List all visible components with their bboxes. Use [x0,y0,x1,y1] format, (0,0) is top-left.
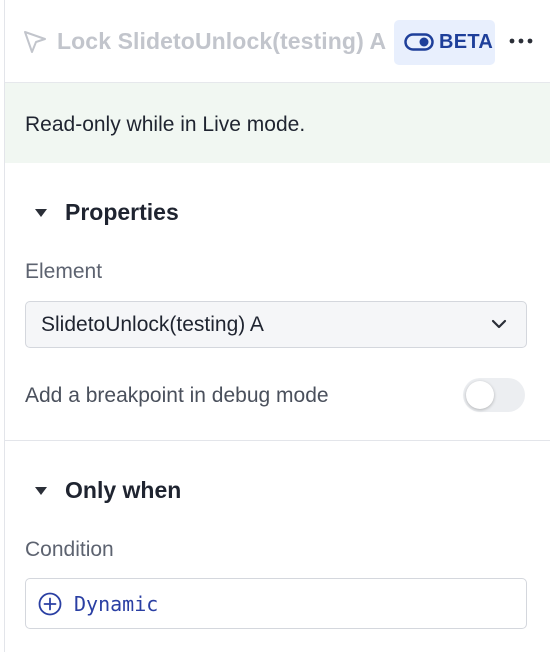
toggle-icon [404,33,434,51]
only-when-section-title[interactable]: Only when [65,477,181,504]
dynamic-expression-button[interactable]: Dynamic [74,592,158,616]
plus-circle-icon [38,592,62,616]
properties-section-title[interactable]: Properties [65,199,179,226]
caret-down-icon[interactable] [33,207,49,219]
breakpoint-label: Add a breakpoint in debug mode [25,384,329,407]
element-select-value: SlidetoUnlock(testing) A [41,313,264,336]
caret-down-icon[interactable] [33,485,49,497]
condition-dynamic-field[interactable]: Dynamic [25,578,527,629]
action-title: Lock SlidetoUnlock(testing) A [57,28,387,54]
element-label: Element [25,260,103,283]
chevron-down-icon [491,319,507,329]
condition-label: Condition [25,538,114,561]
cursor-arrow-icon [24,31,46,53]
breakpoint-toggle[interactable] [463,378,525,412]
panel-header: Lock SlidetoUnlock(testing) A BETA [5,0,550,83]
notice-text: Read-only while in Live mode. [25,113,306,136]
element-select[interactable]: SlidetoUnlock(testing) A [25,301,527,348]
section-divider [5,440,550,441]
beta-toggle-button[interactable]: BETA [394,20,495,65]
toggle-knob [466,381,494,409]
beta-label: BETA [439,31,494,53]
more-horizontal-icon[interactable] [507,31,535,51]
read-only-notice: Read-only while in Live mode. [5,83,550,163]
action-panel: Lock SlidetoUnlock(testing) A BETA Read-… [4,0,550,652]
